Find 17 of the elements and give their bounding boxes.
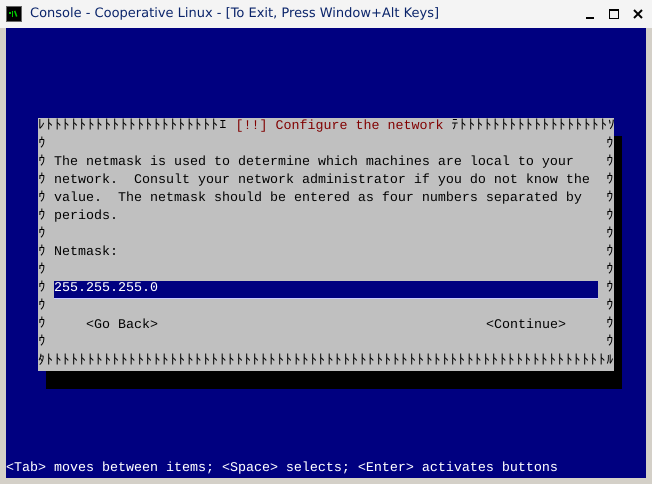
dialog-button[interactable]: <Continue> bbox=[486, 316, 566, 334]
field-label: Netmask: bbox=[54, 245, 118, 260]
border-line: ﾀﾄﾄﾄﾄﾄﾄﾄﾄﾄﾄﾄﾄﾄﾄﾄﾄﾄﾄﾄﾄﾄﾄﾄﾄﾄﾄﾄﾄﾄﾄﾄﾄﾄﾄﾄﾄﾄﾄﾄﾄﾄﾄﾄﾄﾄﾄﾄﾄﾄﾄﾄﾄﾄﾄﾄﾄﾄﾄﾄﾄﾄﾄﾄﾄﾄﾄﾄﾄﾙ bbox=[38, 354, 615, 368]
border-line: ﾃﾄﾄﾄﾄﾄﾄﾄﾄﾄﾄﾄﾄﾄﾄﾄﾄﾄﾄｿ bbox=[451, 118, 616, 136]
status-line: <Tab> moves between items; <Space> selects; <Enter> activates buttons bbox=[6, 460, 558, 478]
border-line: ｳｳｳｳｳｳｳｳｳｳｳｳ bbox=[606, 136, 614, 352]
minimize-icon bbox=[586, 17, 594, 19]
border-line: ｳｳｳｳｳｳｳｳｳｳｳｳ bbox=[38, 136, 46, 352]
console-icon bbox=[6, 6, 22, 22]
netmask-field[interactable]: 255.255.255.0 bbox=[54, 280, 598, 298]
maximize-icon bbox=[608, 8, 620, 20]
border-line: ﾚﾄﾄﾄﾄﾄﾄﾄﾄﾄﾄﾄﾄﾄﾄﾄﾄﾄﾄﾄﾄﾄｴ bbox=[38, 118, 228, 136]
window-title: Console - Cooperative Linux - [To Exit, Press Window+Alt Keys] bbox=[30, 5, 440, 24]
close-icon bbox=[632, 8, 644, 20]
description-text: The netmask is used to determine which machines are local to your network. Consult your network administrator if you do not know the value. The netmask should be entered as four numbers separated by periods. bbox=[54, 154, 591, 226]
dialog-title: [!!] Configure the network bbox=[236, 118, 444, 136]
dialog-button[interactable]: <Go Back> bbox=[86, 316, 158, 334]
